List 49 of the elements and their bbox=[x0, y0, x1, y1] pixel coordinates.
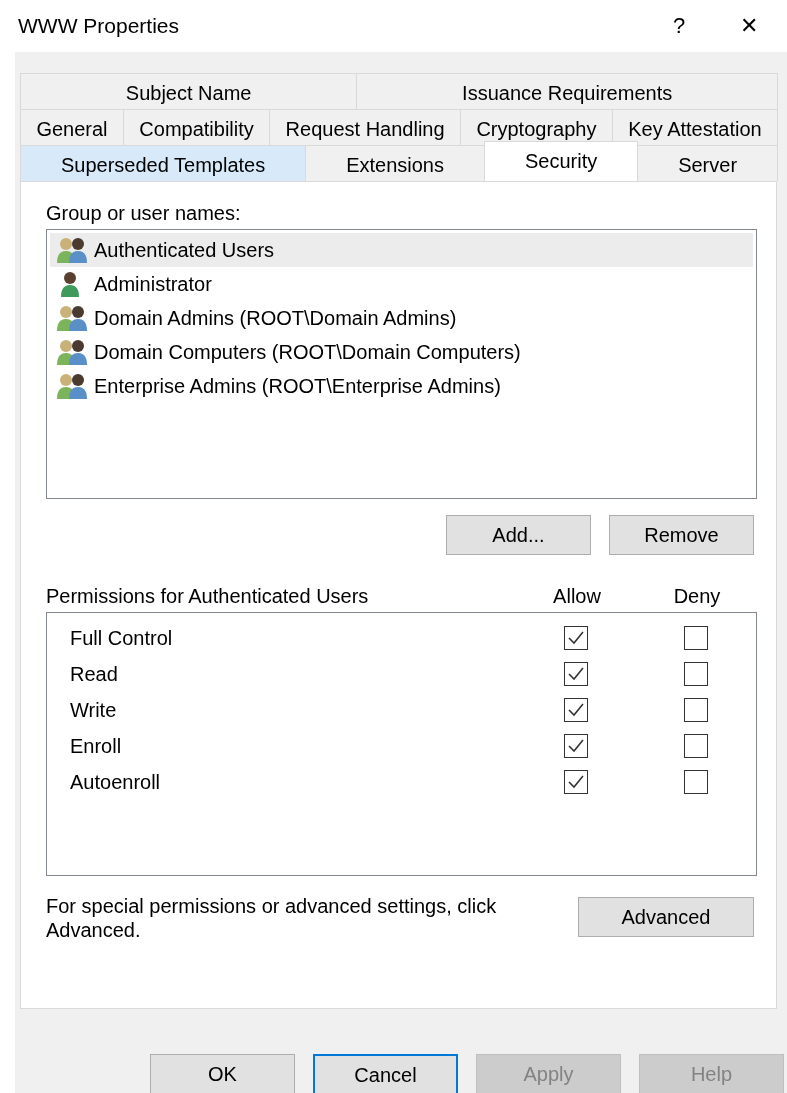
list-item[interactable]: Domain Computers (ROOT\Domain Computers) bbox=[50, 335, 753, 369]
user-group-icon bbox=[56, 303, 90, 333]
list-button[interactable]: Remove bbox=[609, 515, 754, 555]
list-item-label: Authenticated Users bbox=[94, 238, 275, 262]
tab[interactable]: Subject Name bbox=[20, 73, 358, 109]
permission-name: Read bbox=[70, 662, 119, 686]
list-item[interactable]: Authenticated Users bbox=[50, 233, 753, 267]
close-button[interactable]: ✕ bbox=[729, 13, 769, 39]
list-item-label: Domain Computers (ROOT\Domain Computers) bbox=[94, 340, 521, 364]
checkbox[interactable] bbox=[684, 662, 708, 686]
permission-name: Write bbox=[70, 698, 118, 722]
help-button[interactable]: ? bbox=[659, 13, 699, 39]
checkbox[interactable] bbox=[684, 734, 708, 758]
checkbox[interactable] bbox=[684, 770, 708, 794]
tab[interactable]: Security bbox=[483, 141, 639, 181]
group-list-label: Group or user names: bbox=[46, 202, 242, 225]
list-item[interactable]: Enterprise Admins (ROOT\Enterprise Admins) bbox=[50, 369, 753, 403]
checkbox[interactable] bbox=[564, 698, 588, 722]
tab[interactable]: Issuance Requirements bbox=[356, 73, 778, 109]
checkbox[interactable] bbox=[564, 662, 588, 686]
list-item[interactable]: Administrator bbox=[50, 267, 753, 301]
list-item[interactable]: Domain Admins (ROOT\Domain Admins) bbox=[50, 301, 753, 335]
permission-name: Autoenroll bbox=[70, 770, 162, 794]
checkbox[interactable] bbox=[564, 770, 588, 794]
permission-name: Full Control bbox=[70, 626, 174, 650]
permission-name: Enroll bbox=[70, 734, 123, 758]
column-header: Deny bbox=[672, 585, 722, 608]
list-item-label: Administrator bbox=[94, 272, 212, 296]
column-header: Allow bbox=[552, 585, 602, 608]
tab[interactable]: General bbox=[20, 109, 124, 145]
permissions-label: Permissions for Authenticated Users bbox=[46, 585, 370, 608]
checkbox[interactable] bbox=[684, 698, 708, 722]
advanced-note: For special permissions or advanced settings, click Advanced. bbox=[46, 894, 498, 942]
tab[interactable]: Key Attestation bbox=[611, 109, 779, 145]
advanced-button[interactable]: Advanced bbox=[578, 897, 754, 937]
list-item-label: Enterprise Admins (ROOT\Enterprise Admins) bbox=[94, 374, 501, 398]
user-group-icon bbox=[56, 337, 90, 367]
checkbox[interactable] bbox=[564, 626, 588, 650]
window-title: WWW Properties bbox=[18, 14, 180, 38]
user-group-icon bbox=[56, 235, 90, 265]
tab[interactable]: Server bbox=[637, 145, 779, 181]
checkbox[interactable] bbox=[684, 626, 708, 650]
dialog-button[interactable]: OK bbox=[150, 1054, 295, 1093]
checkbox[interactable] bbox=[564, 734, 588, 758]
list-item-label: Domain Admins (ROOT\Domain Admins) bbox=[94, 306, 457, 330]
user-group-icon bbox=[56, 371, 90, 401]
list-button[interactable]: Add... bbox=[446, 515, 591, 555]
dialog-button[interactable]: Cancel bbox=[313, 1054, 458, 1093]
tab[interactable]: Superseded Templates bbox=[20, 145, 307, 181]
